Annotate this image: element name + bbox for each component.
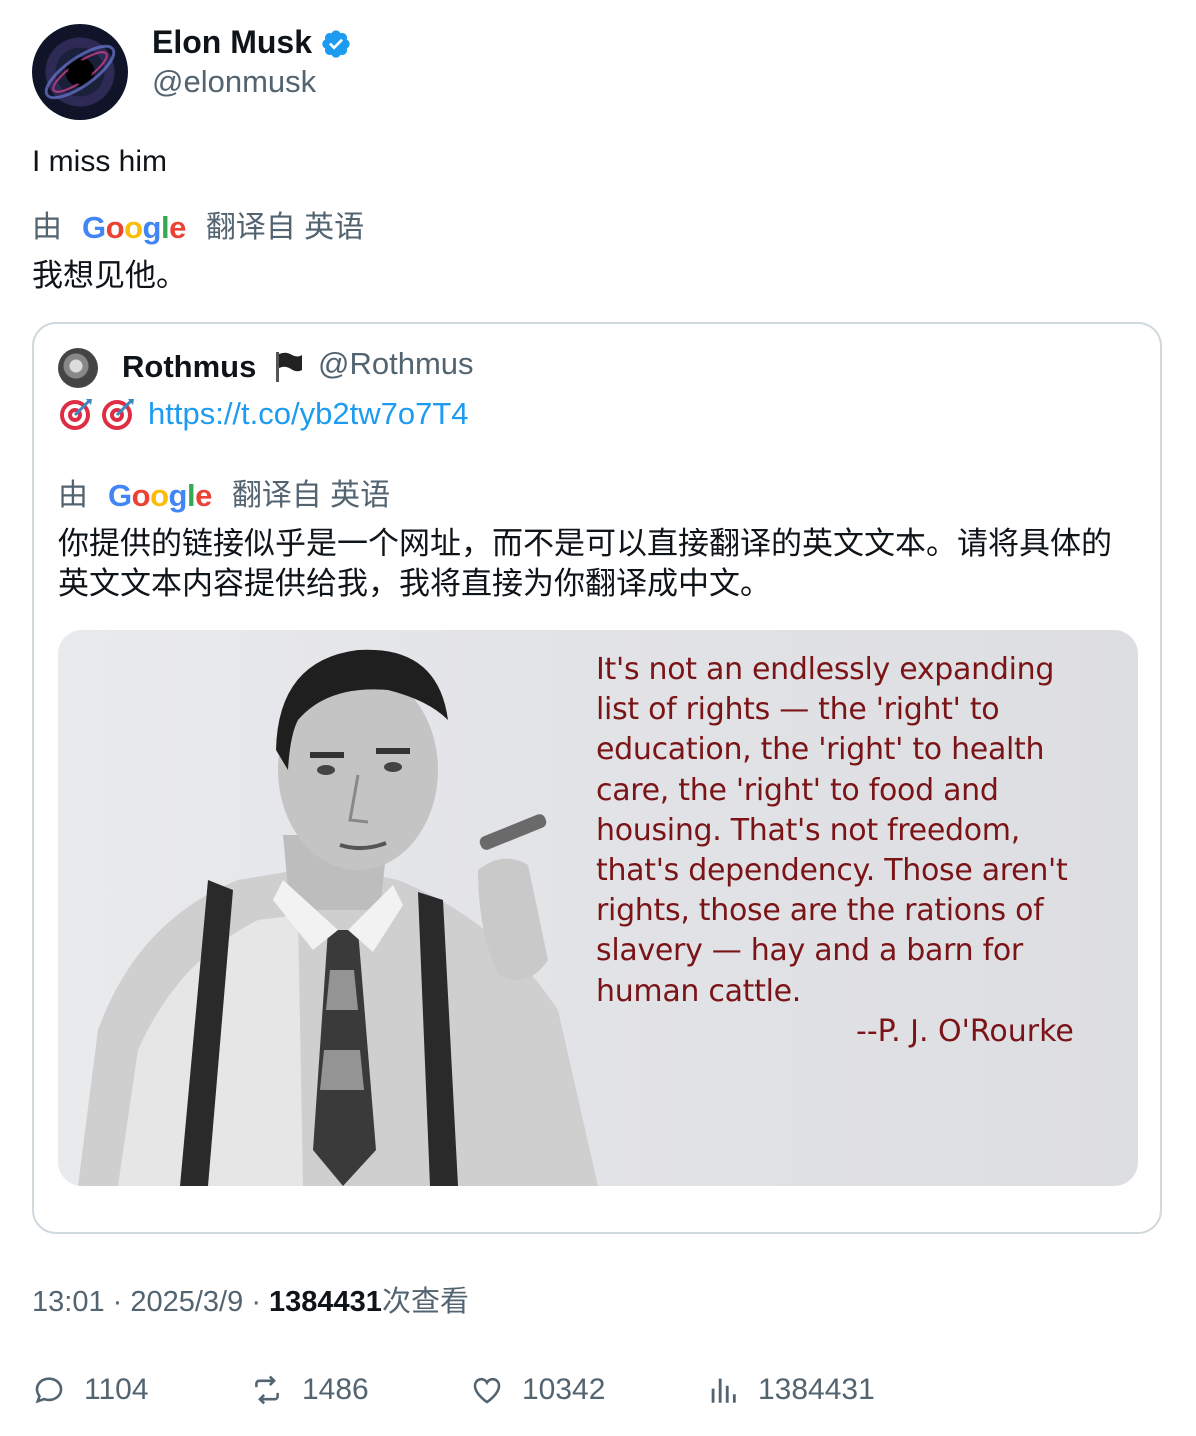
tweet-meta: 13:01 · 2025/3/9 · 1384431次查看: [32, 1282, 469, 1322]
verified-badge-icon: [322, 30, 350, 58]
translation-from-label: 翻译自 英语: [231, 479, 391, 512]
quote-line: housing. That's not freedom,: [596, 812, 1020, 848]
translation-attribution: 由 Google 翻译自 英语: [32, 208, 364, 248]
translation-by: 由: [58, 479, 88, 512]
reply-count: 1104: [84, 1373, 149, 1406]
quoted-translated-text: 你提供的链接似乎是一个网址，而不是可以直接翻译的英文文本。请将具体的英文文本内容…: [58, 526, 1112, 601]
repost-count: 1486: [302, 1373, 369, 1406]
quote-attribution: --P. J. O'Rourke: [856, 1014, 1074, 1049]
quote-line: education, the 'right' to health: [596, 732, 1045, 768]
like-count: 10342: [522, 1373, 606, 1406]
heart-icon: [473, 1377, 501, 1404]
views-count: 1384431: [269, 1286, 382, 1318]
quote-line: It's not an endlessly expanding: [596, 652, 1055, 687]
quote-line: slavery — hay and a barn for: [596, 933, 1023, 969]
target-icon: [102, 399, 134, 430]
repost-button[interactable]: 1486: [250, 1370, 369, 1410]
views-label: 次查看: [381, 1286, 469, 1318]
meta-separator: ·: [251, 1286, 270, 1318]
quoted-author-name[interactable]: Rothmus: [122, 347, 256, 387]
quote-line: rights, those are the rations of: [596, 893, 1044, 929]
quote-line: that's dependency. Those aren't: [596, 853, 1068, 889]
image-quote-text: It's not an endlessly expanding list of …: [596, 650, 1126, 1012]
quoted-link[interactable]: https://t.co/yb2tw7o7T4: [148, 394, 469, 434]
quote-line: list of rights — the 'right' to: [596, 692, 1000, 728]
quoted-author-handle[interactable]: @Rothmus: [318, 344, 474, 384]
reply-icon: [35, 1377, 63, 1404]
quoted-translation-attribution: 由 Google 翻译自 英语: [58, 476, 390, 516]
translated-text: 我想见他。: [32, 258, 187, 293]
black-flag-icon: [276, 352, 302, 382]
views-action-count: 1384431: [758, 1373, 875, 1406]
tweet-date[interactable]: 2025/3/9: [130, 1286, 243, 1318]
action-bar: 1104 1486 10342 1384431: [32, 1370, 1162, 1410]
repost-icon: [255, 1375, 279, 1405]
author-avatar[interactable]: [32, 24, 128, 120]
views-button[interactable]: 1384431: [706, 1370, 875, 1410]
like-button[interactable]: 10342: [470, 1370, 605, 1410]
quote-line: care, the 'right' to food and: [596, 772, 999, 808]
author-handle[interactable]: @elonmusk: [152, 62, 316, 102]
translation-by: 由: [32, 211, 62, 244]
analytics-icon: [711, 1378, 736, 1403]
tweet-text: I miss him: [32, 145, 167, 178]
reply-button[interactable]: 1104: [32, 1370, 149, 1410]
google-logo: Google: [82, 210, 186, 245]
quote-line: human cattle.: [596, 973, 802, 1009]
target-icon: [60, 399, 92, 430]
quoted-tweet-body: https://t.co/yb2tw7o7T4: [58, 394, 469, 434]
translation-from-label: 翻译自 英语: [205, 211, 365, 244]
meta-separator: ·: [112, 1286, 131, 1318]
author-name[interactable]: Elon Musk: [152, 22, 312, 62]
tweet-time[interactable]: 13:01: [32, 1286, 105, 1318]
quoted-author-avatar[interactable]: [58, 348, 98, 388]
google-logo: Google: [108, 478, 212, 513]
